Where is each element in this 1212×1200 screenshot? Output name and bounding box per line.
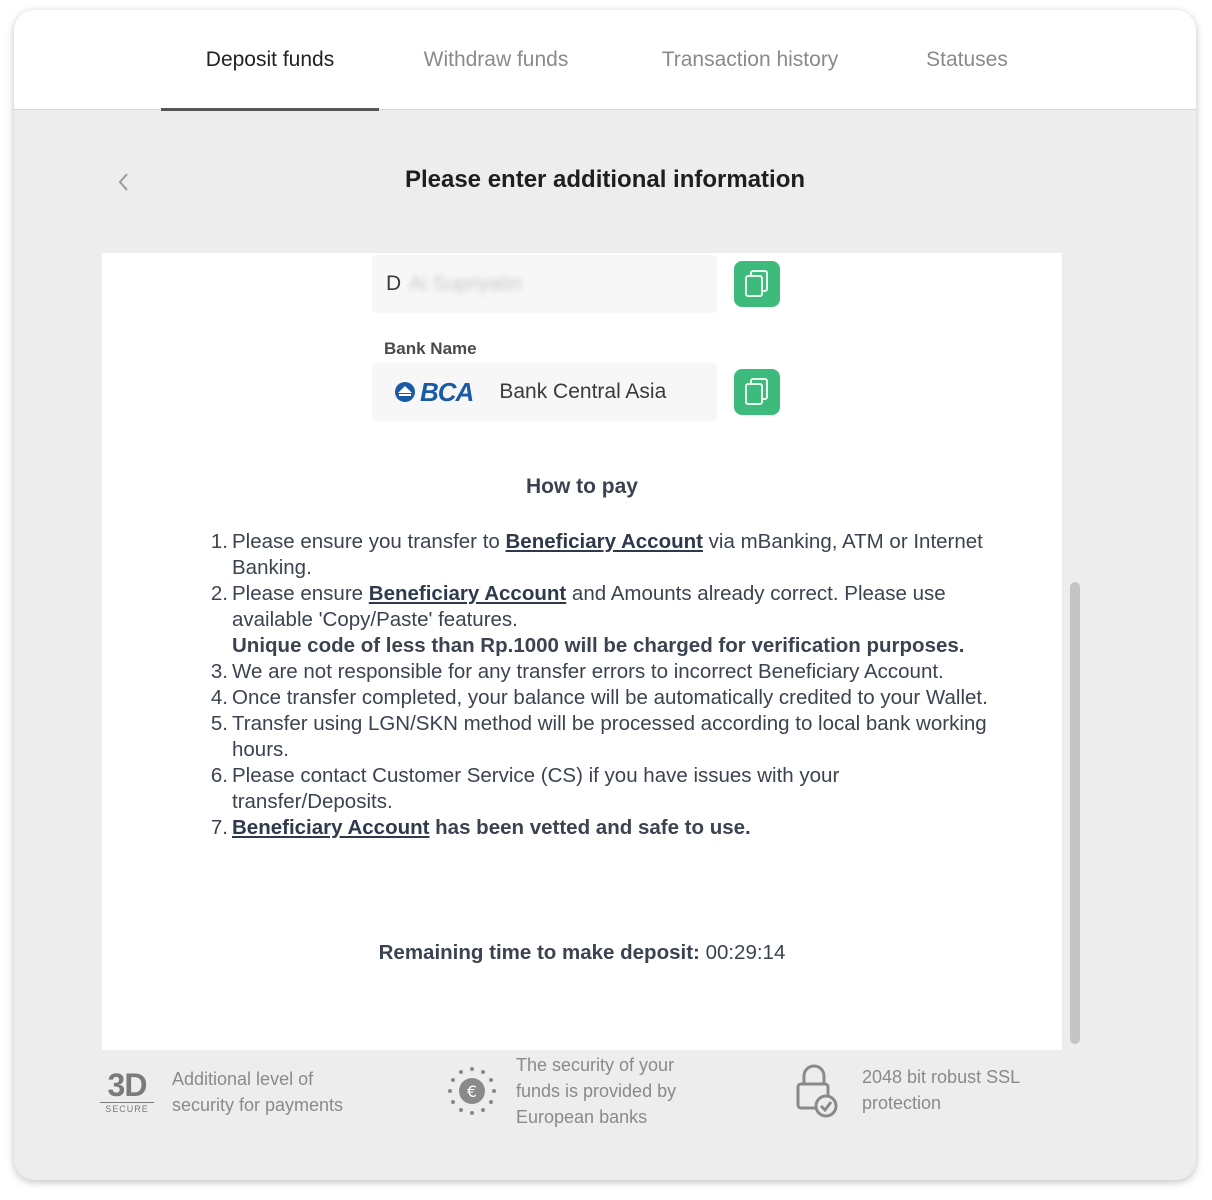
payment-details-panel: D Ai Supriyatin Bank Name BCA Bank Centr… <box>102 253 1062 1050</box>
copy-icon <box>745 378 768 405</box>
remaining-time-value: 00:29:14 <box>705 941 786 964</box>
step-text: Once transfer completed, your balance wi… <box>232 686 988 709</box>
secure-3d-badge: 3D SECURE Additional level of security f… <box>100 1066 343 1118</box>
lock-check-icon <box>796 1064 838 1118</box>
how-to-pay-title: How to pay <box>525 475 638 498</box>
european-banks-text: The security of your <box>516 1055 675 1075</box>
list-item: 7. Beneficiary Account has been vetted a… <box>202 815 1002 841</box>
copy-icon <box>745 270 768 297</box>
step-text: Transfer using LGN/SKN method will be pr… <box>232 712 987 761</box>
page-header: Please enter additional information <box>14 110 1196 252</box>
european-banks-text: European banks <box>516 1107 648 1127</box>
step-text: We are not responsible for any transfer … <box>232 660 944 683</box>
remaining-time-label: Remaining time to make deposit: <box>378 941 700 964</box>
european-banks-text: funds is provided by <box>516 1081 677 1101</box>
step-number: 2. <box>210 582 228 605</box>
tab-bar: Deposit funds Withdraw funds Transaction… <box>14 10 1196 111</box>
step-text: Please contact Customer Service (CS) if … <box>232 764 840 813</box>
secure-3d-text: Additional level of <box>172 1069 314 1089</box>
tab-transaction-history[interactable]: Transaction history <box>642 10 858 110</box>
deposit-window: Deposit funds Withdraw funds Transaction… <box>14 10 1196 1180</box>
page-title: Please enter additional information <box>404 166 806 193</box>
step-number: 4. <box>210 686 228 709</box>
bca-logo-text: BCA <box>420 376 474 407</box>
3d-secure-logo-sub: SECURE <box>100 1102 154 1114</box>
how-to-pay-steps: 1. Please ensure you transfer to Benefic… <box>202 529 1002 841</box>
beneficiary-account-link[interactable]: Beneficiary Account <box>232 816 429 839</box>
list-item: 5. Transfer using LGN/SKN method will be… <box>202 711 1002 763</box>
copy-account-name-button[interactable] <box>734 261 780 307</box>
bca-emblem-icon <box>395 382 415 402</box>
remaining-time: Remaining time to make deposit: 00:29:14 <box>102 941 1062 965</box>
step-number: 7. <box>210 816 228 839</box>
beneficiary-account-link[interactable]: Beneficiary Account <box>369 582 566 605</box>
step-number: 6. <box>210 764 228 787</box>
secure-3d-text: security for payments <box>172 1095 344 1115</box>
list-item: 3. We are not responsible for any transf… <box>202 659 1002 685</box>
copy-bank-name-button[interactable] <box>734 369 780 415</box>
account-name-field[interactable]: D Ai Supriyatin <box>372 255 717 313</box>
beneficiary-account-link[interactable]: Beneficiary Account <box>506 530 703 553</box>
step-number: 5. <box>210 712 228 735</box>
list-item: 2. Please ensure Beneficiary Account and… <box>202 581 1002 659</box>
svg-text:€: € <box>467 1082 477 1101</box>
list-item: 1. Please ensure you transfer to Benefic… <box>202 529 1002 581</box>
bca-logo: BCA <box>394 376 474 408</box>
tab-deposit-funds[interactable]: Deposit funds <box>161 10 379 111</box>
step-text: has been vetted and safe to use. <box>429 816 751 839</box>
tab-withdraw-funds[interactable]: Withdraw funds <box>404 10 588 110</box>
bank-name-label: Bank Name <box>384 339 477 358</box>
step-number: 3. <box>210 660 228 683</box>
account-name-initial: D <box>386 272 402 295</box>
list-item: 6. Please contact Customer Service (CS) … <box>202 763 1002 815</box>
bank-name-field[interactable]: BCA Bank Central Asia <box>372 363 717 421</box>
scrollbar-thumb[interactable] <box>1070 582 1080 1044</box>
bank-name-value: Bank Central Asia <box>499 380 667 403</box>
ssl-badge: 2048 bit robust SSL protection <box>794 1062 1020 1118</box>
list-item: 4. Once transfer completed, your balance… <box>202 685 1002 711</box>
ssl-text: 2048 bit robust SSL <box>862 1067 1021 1087</box>
ssl-text: protection <box>862 1093 942 1113</box>
security-footer: 3D SECURE Additional level of security f… <box>14 1050 1196 1170</box>
step-number: 1. <box>210 530 228 553</box>
euro-stars-icon: € <box>448 1067 496 1115</box>
step-text: Please ensure <box>232 582 369 605</box>
european-banks-badge: € The security of your funds is provided… <box>444 1052 676 1130</box>
3d-secure-logo-main: 3D <box>107 1067 148 1103</box>
step-text: Please ensure you transfer to <box>232 530 506 553</box>
3d-secure-logo: 3D SECURE <box>100 1067 154 1114</box>
tab-statuses[interactable]: Statuses <box>914 10 1020 110</box>
unique-code-note: Unique code of less than Rp.1000 will be… <box>232 634 965 657</box>
account-name-masked: Ai Supriyatin <box>409 272 522 295</box>
